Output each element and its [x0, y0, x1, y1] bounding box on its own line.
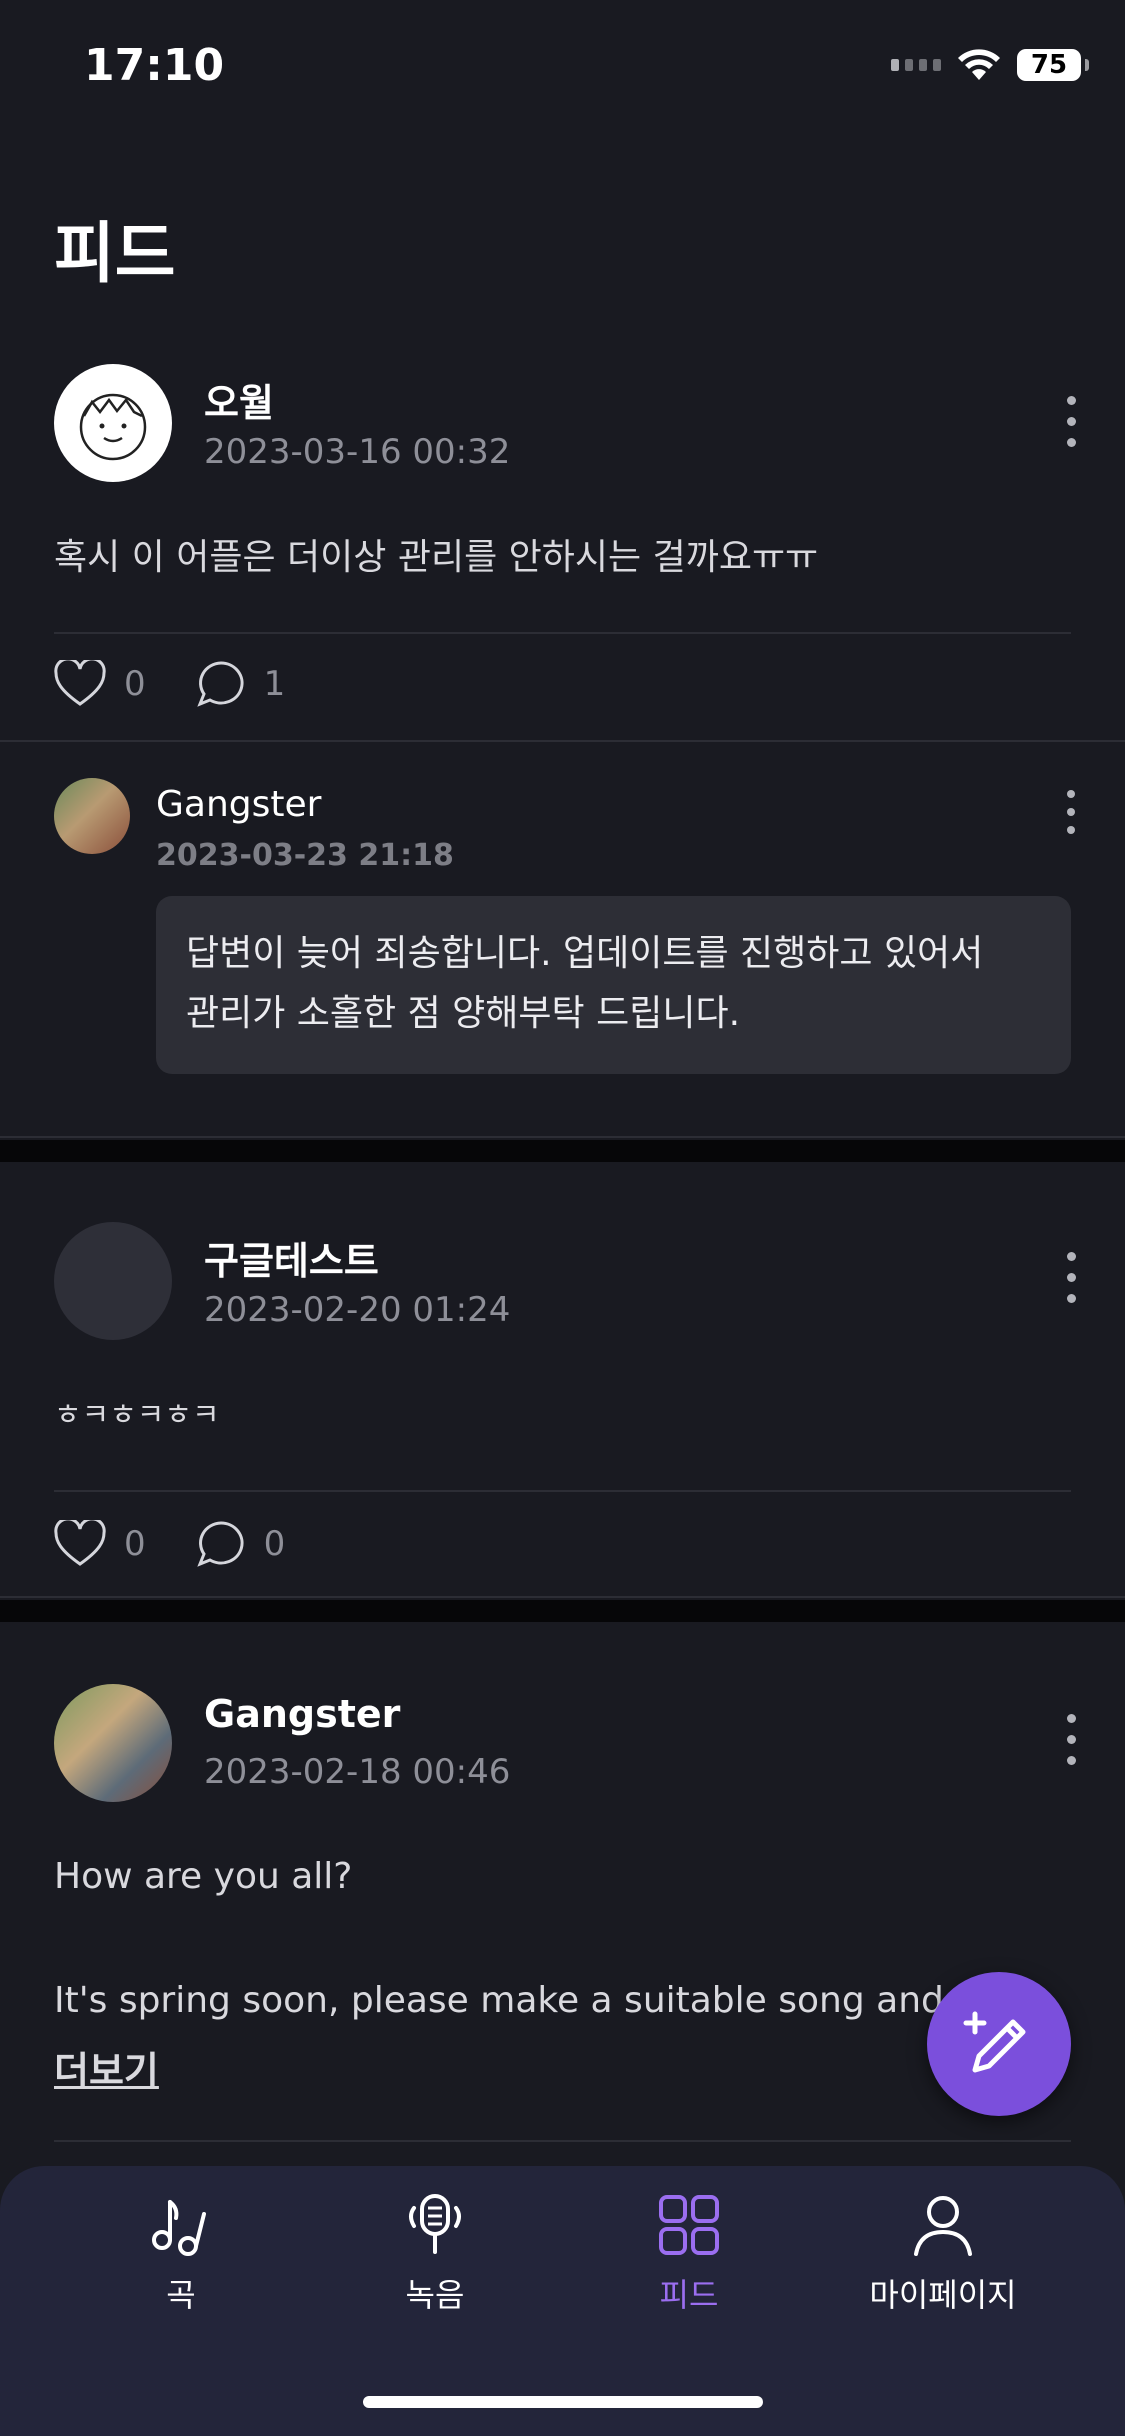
person-icon	[910, 2192, 976, 2258]
divider	[54, 1490, 1071, 1492]
battery-icon: 75	[1017, 49, 1089, 81]
comment-icon	[196, 1521, 244, 1567]
divider	[0, 740, 1125, 742]
post-date: 2023-02-18 00:46	[204, 1752, 511, 1792]
avatar[interactable]	[54, 1222, 172, 1340]
comment-count: 0	[263, 1524, 286, 1564]
comment-button[interactable]: 1	[196, 660, 286, 708]
reply-avatar[interactable]	[54, 778, 130, 854]
comment-button[interactable]: 0	[196, 1520, 286, 1568]
like-count: 0	[124, 664, 146, 704]
tab-label: 녹음	[405, 2276, 465, 2314]
wifi-icon	[958, 49, 1000, 80]
tab-label: 곡	[166, 2276, 196, 2314]
post-author[interactable]: Gangster	[204, 1692, 400, 1736]
status-bar: 17:10 75	[0, 0, 1125, 130]
write-post-button[interactable]	[927, 1972, 1071, 2116]
post-date: 2023-03-16 00:32	[204, 432, 511, 472]
comment-icon	[196, 661, 244, 707]
more-options-icon[interactable]	[1065, 1252, 1077, 1303]
status-icons: 75	[891, 48, 1089, 82]
tab-label: 마이페이지	[869, 2276, 1017, 2314]
post-body: ㅎㅋㅎㅋㅎㅋ	[54, 1398, 220, 1433]
heart-icon	[54, 660, 106, 706]
reply-author[interactable]: Gangster	[156, 784, 321, 825]
post-author[interactable]: 구글테스트	[204, 1230, 379, 1285]
home-indicator	[363, 2396, 763, 2408]
divider	[0, 1596, 1125, 1598]
post-body: 혹시 이 어플은 더이상 관리를 안하시는 걸까요ㅠㅠ	[54, 537, 819, 578]
edit-pencil-icon	[963, 2011, 1026, 2073]
divider	[54, 632, 1071, 634]
divider	[54, 2140, 1071, 2142]
section-separator	[0, 1140, 1125, 1162]
section-separator	[0, 1600, 1125, 1622]
divider	[0, 1136, 1125, 1138]
comment-count: 1	[263, 664, 286, 704]
post-date: 2023-02-20 01:24	[204, 1290, 511, 1330]
more-options-icon[interactable]	[1065, 1714, 1077, 1765]
post-author[interactable]: 오월	[204, 372, 274, 427]
like-button[interactable]: 0	[54, 1520, 146, 1568]
like-count: 0	[124, 1524, 146, 1564]
reply-date: 2023-03-23 21:18	[156, 838, 454, 873]
page-title: 피드	[54, 215, 176, 292]
reply-bubble: 답변이 늦어 죄송합니다. 업데이트를 진행하고 있어서 관리가 소홀한 점 양…	[156, 896, 1071, 1074]
read-more-link[interactable]: 더보기	[54, 2040, 159, 2095]
microphone-icon	[402, 2192, 468, 2258]
avatar[interactable]	[54, 1684, 172, 1802]
tab-feed[interactable]: 피드	[569, 2192, 809, 2316]
post-body: How are you all? It's spring soon, pleas…	[54, 1856, 944, 2021]
tab-song[interactable]: 곡	[61, 2192, 301, 2316]
avatar[interactable]	[54, 364, 172, 482]
cellular-signal-icon	[891, 59, 941, 71]
tab-label: 피드	[659, 2276, 719, 2314]
status-time: 17:10	[84, 40, 225, 91]
post-actions: 0 1	[54, 660, 335, 708]
heart-icon	[54, 1520, 106, 1566]
tab-record[interactable]: 녹음	[315, 2192, 555, 2316]
more-options-icon[interactable]	[1065, 396, 1077, 447]
tab-mypage[interactable]: 마이페이지	[823, 2192, 1063, 2316]
music-note-icon	[148, 2192, 214, 2258]
like-button[interactable]: 0	[54, 660, 146, 708]
more-options-icon[interactable]	[1065, 790, 1077, 834]
post-actions: 0 0	[54, 1520, 335, 1568]
grid-icon	[656, 2192, 722, 2258]
